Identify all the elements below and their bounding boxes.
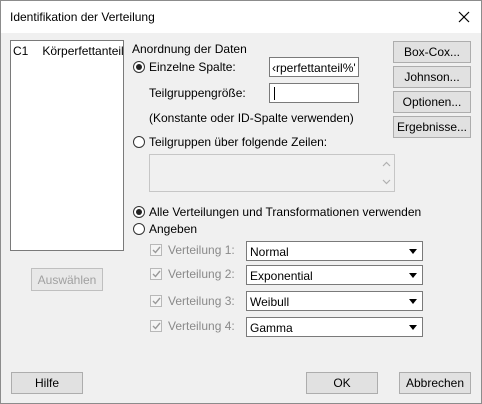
chevron-down-icon[interactable] [405, 319, 421, 335]
distribution-2-value: Exponential [250, 269, 313, 283]
distribution-3-select[interactable]: Weibull [246, 291, 423, 311]
chevron-down-icon[interactable] [405, 267, 421, 283]
help-button[interactable]: Hilfe [11, 372, 83, 394]
close-icon [458, 11, 470, 23]
ok-button[interactable]: OK [306, 372, 378, 394]
distribution-4-select[interactable]: Gamma [246, 317, 423, 337]
distribution-1-label: Verteilung 1: [168, 243, 235, 257]
scroll-up-icon[interactable] [379, 157, 393, 171]
text-cursor [274, 87, 275, 100]
distribution-3-checkbox[interactable] [150, 295, 162, 307]
distribution-3-value: Weibull [250, 295, 290, 309]
distribution-3-label: Verteilung 3: [168, 294, 235, 308]
subgroups-across-rows-radio[interactable] [133, 136, 145, 148]
distribution-2-checkbox[interactable] [150, 268, 162, 280]
subgroup-size-hint: (Konstante oder ID-Spalte verwenden) [149, 111, 354, 125]
subgroups-rows-field[interactable] [149, 154, 395, 192]
chevron-down-icon[interactable] [405, 293, 421, 309]
arrangement-heading: Anordnung der Daten [132, 42, 247, 56]
checkmark-icon [152, 270, 161, 278]
single-column-label: Einzelne Spalte: [149, 60, 236, 74]
subgroup-size-field[interactable] [269, 83, 359, 103]
cancel-button[interactable]: Abbrechen [399, 372, 471, 394]
distribution-identification-dialog: Identifikation der Verteilung C1 Körperf… [0, 0, 482, 404]
subgroup-size-label: Teilgruppengröße: [149, 86, 246, 100]
johnson-button[interactable]: Johnson... [393, 66, 471, 88]
checkmark-icon [152, 246, 161, 254]
variable-column: C1 [13, 44, 29, 58]
distribution-1-value: Normal [250, 245, 289, 259]
options-button[interactable]: Optionen... [393, 91, 471, 113]
select-button[interactable]: Auswählen [31, 268, 103, 291]
use-all-distributions-label: Alle Verteilungen und Transformationen v… [149, 205, 422, 219]
chevron-down-icon[interactable] [405, 243, 421, 259]
distribution-1-checkbox[interactable] [150, 244, 162, 256]
distribution-4-label: Verteilung 4: [168, 319, 235, 333]
distribution-2-label: Verteilung 2: [168, 267, 235, 281]
specify-label: Angeben [149, 222, 198, 236]
box-cox-button[interactable]: Box-Cox... [393, 41, 471, 63]
subgroups-across-rows-label: Teilgruppen über folgende Zeilen: [149, 135, 328, 149]
variable-list[interactable]: C1 Körperfettanteil% [10, 40, 124, 251]
distribution-4-value: Gamma [250, 321, 293, 335]
title-bar: Identifikation der Verteilung [1, 1, 481, 33]
distribution-1-select[interactable]: Normal [246, 241, 423, 261]
variable-name: Körperfettanteil% [42, 44, 124, 58]
use-all-distributions-radio[interactable] [133, 206, 145, 218]
scroll-down-icon[interactable] [379, 175, 393, 189]
checkmark-icon [152, 297, 161, 305]
close-button[interactable] [447, 3, 481, 31]
distribution-2-select[interactable]: Exponential [246, 265, 423, 285]
single-column-radio[interactable] [133, 61, 145, 73]
list-item[interactable]: C1 Körperfettanteil% [13, 44, 124, 58]
results-button[interactable]: Ergebnisse... [393, 116, 471, 138]
checkmark-icon [152, 322, 161, 330]
specify-radio[interactable] [133, 223, 145, 235]
single-column-field[interactable]: ‹rperfettanteil%' [269, 57, 359, 77]
window-title: Identifikation der Verteilung [10, 10, 155, 24]
distribution-4-checkbox[interactable] [150, 320, 162, 332]
